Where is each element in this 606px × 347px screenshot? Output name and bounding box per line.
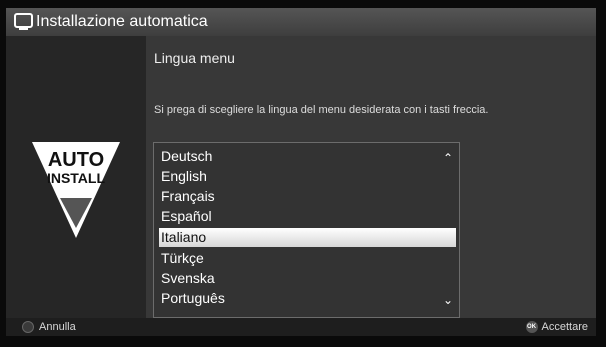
logo-line-install: INSTALL — [47, 170, 106, 186]
language-option-deutsch[interactable]: Deutsch — [159, 147, 456, 166]
title-bar: Installazione automatica — [6, 8, 596, 36]
accept-label: Accettare — [541, 321, 588, 333]
logo-line-auto: AUTO — [48, 149, 104, 171]
tv-icon — [14, 13, 33, 31]
chevron-up-icon[interactable]: ⌃ — [442, 152, 454, 164]
footer-bar: Annulla OK Accettare — [6, 318, 596, 336]
left-panel: AUTO INSTALL — [6, 36, 146, 318]
main-panel: Lingua menu Si prega di scegliere la lin… — [146, 36, 596, 318]
language-list[interactable]: Deutsch English Français Español Italian… — [153, 142, 460, 318]
language-option-svenska[interactable]: Svenska — [159, 269, 456, 288]
instruction-text: Si prega di scegliere la lingua del menu… — [154, 104, 489, 116]
window-title: Installazione automatica — [36, 13, 208, 30]
chevron-down-icon[interactable]: ⌄ — [442, 294, 454, 306]
auto-install-logo: AUTO INSTALL — [32, 142, 120, 238]
ok-key-icon: OK — [525, 321, 538, 333]
language-option-francais[interactable]: Français — [159, 187, 456, 206]
language-option-italiano[interactable]: Italiano — [159, 228, 456, 247]
cancel-action[interactable]: Annulla — [22, 321, 76, 333]
cancel-label: Annulla — [39, 321, 76, 333]
section-title: Lingua menu — [154, 50, 235, 66]
cancel-button-icon — [22, 321, 34, 333]
language-option-turkce[interactable]: Türkçe — [159, 249, 456, 268]
language-option-portugues[interactable]: Português — [159, 289, 456, 308]
dialog-frame: Installazione automatica AUTO INSTALL Li… — [6, 8, 596, 336]
accept-action[interactable]: OK Accettare — [525, 321, 588, 333]
language-option-english[interactable]: English — [159, 167, 456, 186]
language-option-espanol[interactable]: Español — [159, 207, 456, 226]
